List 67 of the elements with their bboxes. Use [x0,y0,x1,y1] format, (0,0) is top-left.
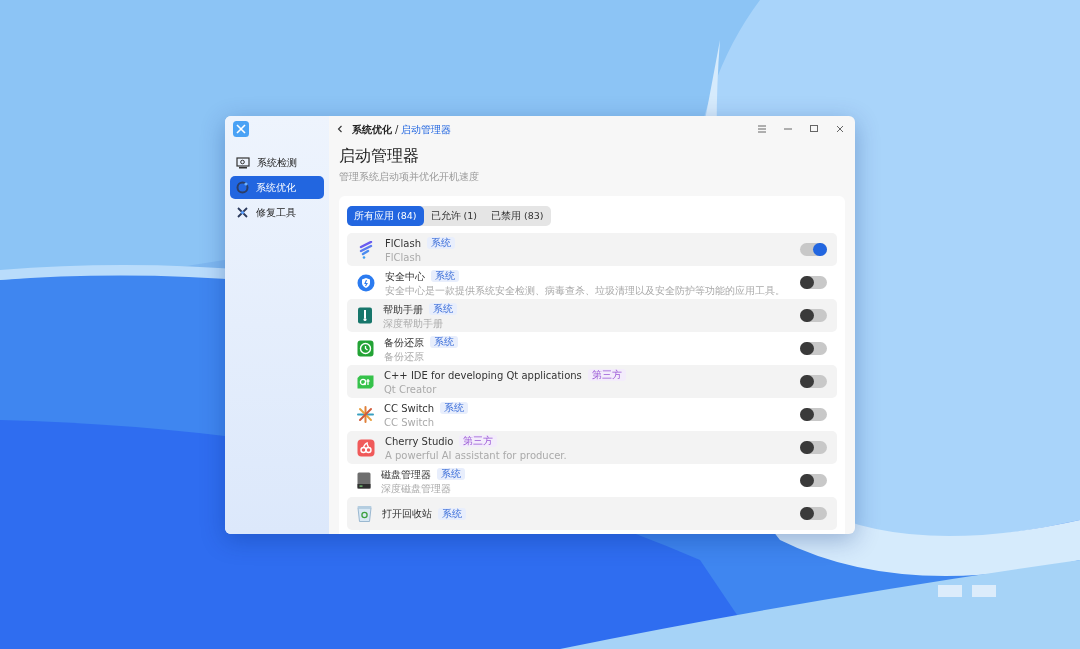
app-tag: 系统 [429,303,457,315]
stripes-icon [357,240,375,259]
app-tag: 系统 [430,336,458,348]
trash-icon [357,505,372,522]
app-tag: 第三方 [459,435,498,447]
cherry-icon [357,438,375,457]
app-description: 深度磁盘管理器 [381,482,452,495]
toggle-switch[interactable] [800,342,827,355]
toggle-switch[interactable] [800,276,827,289]
toggle-knob [800,507,814,520]
toggle-switch[interactable] [800,474,827,487]
sidebar-item[interactable]: 修复工具 [230,201,324,224]
shield-icon [357,273,375,292]
page-subtitle: 管理系统启动项并优化开机速度 [339,170,480,184]
app-tag: 第三方 [587,369,626,381]
toggle-switch[interactable] [800,507,827,520]
tools-app-icon [233,121,249,137]
sidebar-item[interactable]: 系统优化 [230,176,324,199]
qt-icon [357,374,374,389]
back-icon[interactable] [336,125,344,133]
app-name: C++ IDE for developing Qt applications [384,368,582,383]
filter-tab[interactable]: 所有应用 (84) [347,206,424,226]
app-name: CC Switch [384,401,435,416]
burst-icon [357,406,374,423]
app-description: Qt Creator [384,383,438,396]
app-description: 备份还原 [384,350,425,363]
filter-tab[interactable]: 已允许 (1) [423,206,484,226]
app-description: FlClash [385,251,422,264]
app-name: 打开回收站 [382,507,432,521]
breadcrumb-link[interactable]: 系统优化 [352,121,392,137]
app-name: 帮助手册 [383,302,423,317]
toggle-knob [800,342,814,355]
toggle-knob [800,474,814,487]
clock-icon [357,340,374,357]
app-tag: 系统 [431,270,459,282]
toggle-switch[interactable] [800,243,827,256]
app-tag: 系统 [438,507,466,520]
toggle-knob [800,309,814,322]
book-icon [357,307,373,324]
app-tag: 系统 [437,468,465,480]
app-description: A powerful AI assistant for producer. [385,449,568,462]
app-tag: 系统 [426,237,455,249]
breadcrumb-current: 启动管理器 [401,122,452,137]
app-name: FlClash [385,236,421,251]
filter-tab[interactable]: 已禁用 (83) [484,206,551,226]
monitor-icon [236,156,250,169]
toggle-knob [800,441,814,454]
app-name: 安全中心 [385,269,425,284]
breadcrumb-separator: / [395,122,399,137]
sidebar-item[interactable]: 系统检测 [230,151,324,174]
app-tag: 系统 [440,402,469,414]
app-description: 深度帮助手册 [383,317,444,330]
toggle-switch[interactable] [800,441,827,454]
page-title: 启动管理器 [339,146,420,166]
app-description: CC Switch [384,416,436,429]
toggle-switch[interactable] [800,309,827,322]
app-name: 备份还原 [384,335,424,350]
toggle-knob [800,375,814,388]
toggle-knob [813,243,827,256]
toggle-switch[interactable] [800,408,827,421]
gauge-icon [236,181,249,194]
app-name: 磁盘管理器 [381,467,431,482]
toggle-knob [800,276,814,289]
app-name: Cherry Studio [385,434,454,449]
toggle-knob [800,408,814,421]
toggle-switch[interactable] [800,375,827,388]
tools-icon [236,206,249,219]
